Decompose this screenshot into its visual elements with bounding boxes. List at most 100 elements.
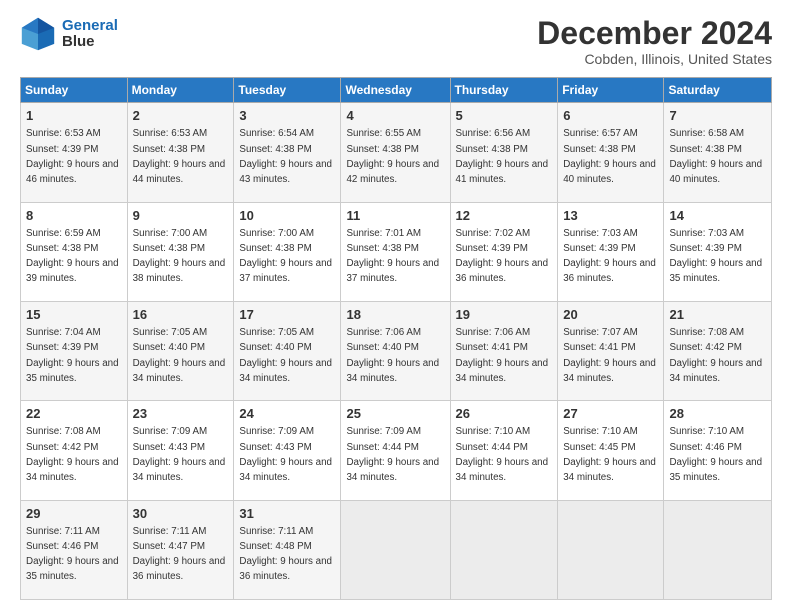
day-info: Sunrise: 7:06 AMSunset: 4:40 PMDaylight:… [346,327,439,384]
day-number: 2 [133,107,229,125]
calendar-week-4: 29 Sunrise: 7:11 AMSunset: 4:46 PMDayligh… [21,500,772,599]
calendar-cell: 25Sunrise: 7:09 AMSunset: 4:44 PMDayligh… [341,401,450,500]
calendar-cell: 17Sunrise: 7:05 AMSunset: 4:40 PMDayligh… [234,301,341,400]
calendar-cell: 19Sunrise: 7:06 AMSunset: 4:41 PMDayligh… [450,301,558,400]
day-number: 13 [563,207,658,225]
day-info: Sunrise: 7:00 AMSunset: 4:38 PMDaylight:… [133,228,226,285]
day-number: 25 [346,405,444,423]
calendar-cell [341,500,450,599]
col-friday: Friday [558,78,664,103]
calendar-cell: 27Sunrise: 7:10 AMSunset: 4:45 PMDayligh… [558,401,664,500]
day-number: 23 [133,405,229,423]
day-number: 12 [456,207,553,225]
title-block: December 2024 Cobden, Illinois, United S… [537,16,772,67]
calendar-cell: 20Sunrise: 7:07 AMSunset: 4:41 PMDayligh… [558,301,664,400]
calendar-week-2: 15 Sunrise: 7:04 AMSunset: 4:39 PMDayligh… [21,301,772,400]
day-number: 28 [669,405,766,423]
day-info: Sunrise: 7:08 AMSunset: 4:42 PMDaylight:… [669,327,762,384]
page: General Blue December 2024 Cobden, Illin… [0,0,792,612]
calendar-cell: 22 Sunrise: 7:08 AMSunset: 4:42 PMDayligh… [21,401,128,500]
calendar-cell: 11 Sunrise: 7:01 AMSunset: 4:38 PMDayligh… [341,202,450,301]
calendar-cell: 10Sunrise: 7:00 AMSunset: 4:38 PMDayligh… [234,202,341,301]
day-info: Sunrise: 7:03 AMSunset: 4:39 PMDaylight:… [563,228,656,285]
day-info: Sunrise: 7:02 AMSunset: 4:39 PMDaylight:… [456,228,549,285]
day-number: 14 [669,207,766,225]
subtitle: Cobden, Illinois, United States [537,51,772,67]
day-number: 24 [239,405,335,423]
day-info: Sunrise: 7:10 AMSunset: 4:46 PMDaylight:… [669,426,762,483]
day-info: Sunrise: 7:08 AMSunset: 4:42 PMDaylight:… [26,426,119,483]
day-number: 11 [346,207,444,225]
calendar-cell: 29 Sunrise: 7:11 AMSunset: 4:46 PMDayligh… [21,500,128,599]
day-number: 22 [26,405,122,423]
col-thursday: Thursday [450,78,558,103]
calendar-cell [664,500,772,599]
calendar-header: Sunday Monday Tuesday Wednesday Thursday… [21,78,772,103]
header: General Blue December 2024 Cobden, Illin… [20,16,772,67]
day-number: 5 [456,107,553,125]
day-info: Sunrise: 6:57 AMSunset: 4:38 PMDaylight:… [563,128,656,185]
calendar-cell: 15 Sunrise: 7:04 AMSunset: 4:39 PMDayligh… [21,301,128,400]
calendar-cell: 3 Sunrise: 6:54 AMSunset: 4:38 PMDaylight… [234,103,341,202]
calendar-cell: 9Sunrise: 7:00 AMSunset: 4:38 PMDaylight… [127,202,234,301]
calendar-cell: 14 Sunrise: 7:03 AMSunset: 4:39 PMDayligh… [664,202,772,301]
day-info: Sunrise: 7:01 AMSunset: 4:38 PMDaylight:… [346,228,439,285]
calendar-cell: 26 Sunrise: 7:10 AMSunset: 4:44 PMDayligh… [450,401,558,500]
day-info: Sunrise: 6:59 AMSunset: 4:38 PMDaylight:… [26,228,119,285]
day-info: Sunrise: 7:09 AMSunset: 4:43 PMDaylight:… [239,426,332,483]
calendar-cell: 2 Sunrise: 6:53 AMSunset: 4:38 PMDaylight… [127,103,234,202]
day-info: Sunrise: 7:06 AMSunset: 4:41 PMDaylight:… [456,327,549,384]
calendar-cell: 1Sunrise: 6:53 AMSunset: 4:39 PMDaylight… [21,103,128,202]
day-info: Sunrise: 6:58 AMSunset: 4:38 PMDaylight:… [669,128,762,185]
day-number: 29 [26,505,122,523]
logo: General Blue [20,16,118,52]
calendar-week-1: 8 Sunrise: 6:59 AMSunset: 4:38 PMDaylight… [21,202,772,301]
day-number: 31 [239,505,335,523]
calendar-cell: 24 Sunrise: 7:09 AMSunset: 4:43 PMDayligh… [234,401,341,500]
calendar-cell: 13 Sunrise: 7:03 AMSunset: 4:39 PMDayligh… [558,202,664,301]
calendar-cell [558,500,664,599]
calendar-cell: 8 Sunrise: 6:59 AMSunset: 4:38 PMDaylight… [21,202,128,301]
day-info: Sunrise: 7:04 AMSunset: 4:39 PMDaylight:… [26,327,119,384]
day-info: Sunrise: 6:53 AMSunset: 4:39 PMDaylight:… [26,128,119,185]
day-number: 8 [26,207,122,225]
day-number: 30 [133,505,229,523]
calendar-cell: 16Sunrise: 7:05 AMSunset: 4:40 PMDayligh… [127,301,234,400]
day-number: 26 [456,405,553,423]
calendar-table: Sunday Monday Tuesday Wednesday Thursday… [20,77,772,600]
col-saturday: Saturday [664,78,772,103]
calendar-cell: 23Sunrise: 7:09 AMSunset: 4:43 PMDayligh… [127,401,234,500]
calendar-cell: 5Sunrise: 6:56 AMSunset: 4:38 PMDaylight… [450,103,558,202]
calendar-cell: 21 Sunrise: 7:08 AMSunset: 4:42 PMDayligh… [664,301,772,400]
day-info: Sunrise: 7:11 AMSunset: 4:47 PMDaylight:… [133,526,226,583]
day-number: 18 [346,306,444,324]
day-info: Sunrise: 6:54 AMSunset: 4:38 PMDaylight:… [239,128,332,185]
header-row: Sunday Monday Tuesday Wednesday Thursday… [21,78,772,103]
col-monday: Monday [127,78,234,103]
day-info: Sunrise: 7:10 AMSunset: 4:44 PMDaylight:… [456,426,549,483]
day-number: 20 [563,306,658,324]
day-info: Sunrise: 7:00 AMSunset: 4:38 PMDaylight:… [239,228,332,285]
day-info: Sunrise: 7:11 AMSunset: 4:46 PMDaylight:… [26,526,119,583]
calendar-cell: 4Sunrise: 6:55 AMSunset: 4:38 PMDaylight… [341,103,450,202]
calendar-week-3: 22 Sunrise: 7:08 AMSunset: 4:42 PMDayligh… [21,401,772,500]
day-number: 3 [239,107,335,125]
calendar-cell: 30 Sunrise: 7:11 AMSunset: 4:47 PMDayligh… [127,500,234,599]
calendar-cell: 28 Sunrise: 7:10 AMSunset: 4:46 PMDayligh… [664,401,772,500]
calendar-cell: 12 Sunrise: 7:02 AMSunset: 4:39 PMDayligh… [450,202,558,301]
day-number: 15 [26,306,122,324]
day-number: 7 [669,107,766,125]
day-info: Sunrise: 7:03 AMSunset: 4:39 PMDaylight:… [669,228,762,285]
day-number: 16 [133,306,229,324]
calendar-week-0: 1Sunrise: 6:53 AMSunset: 4:39 PMDaylight… [21,103,772,202]
calendar-cell: 31 Sunrise: 7:11 AMSunset: 4:48 PMDayligh… [234,500,341,599]
day-number: 6 [563,107,658,125]
day-info: Sunrise: 6:53 AMSunset: 4:38 PMDaylight:… [133,128,226,185]
logo-line1: General [62,17,118,34]
day-number: 21 [669,306,766,324]
logo-text: General Blue [62,18,118,51]
day-info: Sunrise: 7:11 AMSunset: 4:48 PMDaylight:… [239,526,332,583]
logo-icon [20,16,56,52]
calendar-cell: 6 Sunrise: 6:57 AMSunset: 4:38 PMDaylight… [558,103,664,202]
day-number: 17 [239,306,335,324]
